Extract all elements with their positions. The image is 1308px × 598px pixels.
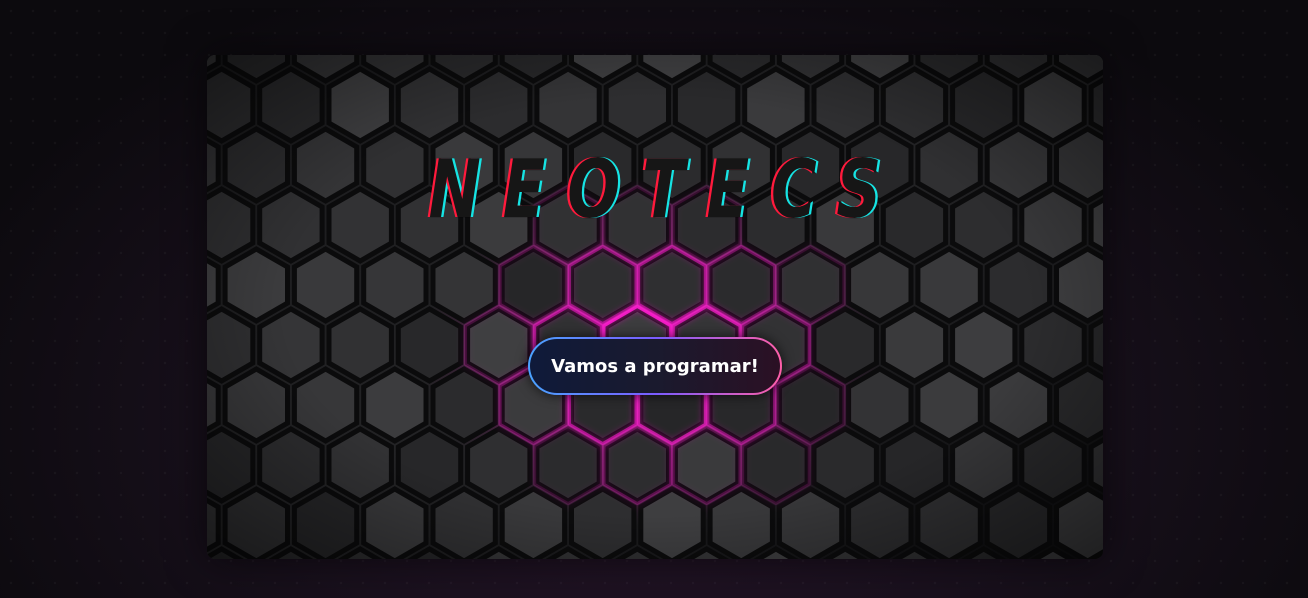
- hero-card: NEOTECS Vamos a programar!: [207, 55, 1103, 559]
- hexagon-background-icon: [207, 55, 1103, 559]
- brand-title: NEOTECS: [428, 143, 904, 236]
- start-programming-button[interactable]: Vamos a programar!: [528, 337, 782, 395]
- landing-page: NEOTECS Vamos a programar!: [0, 0, 1308, 598]
